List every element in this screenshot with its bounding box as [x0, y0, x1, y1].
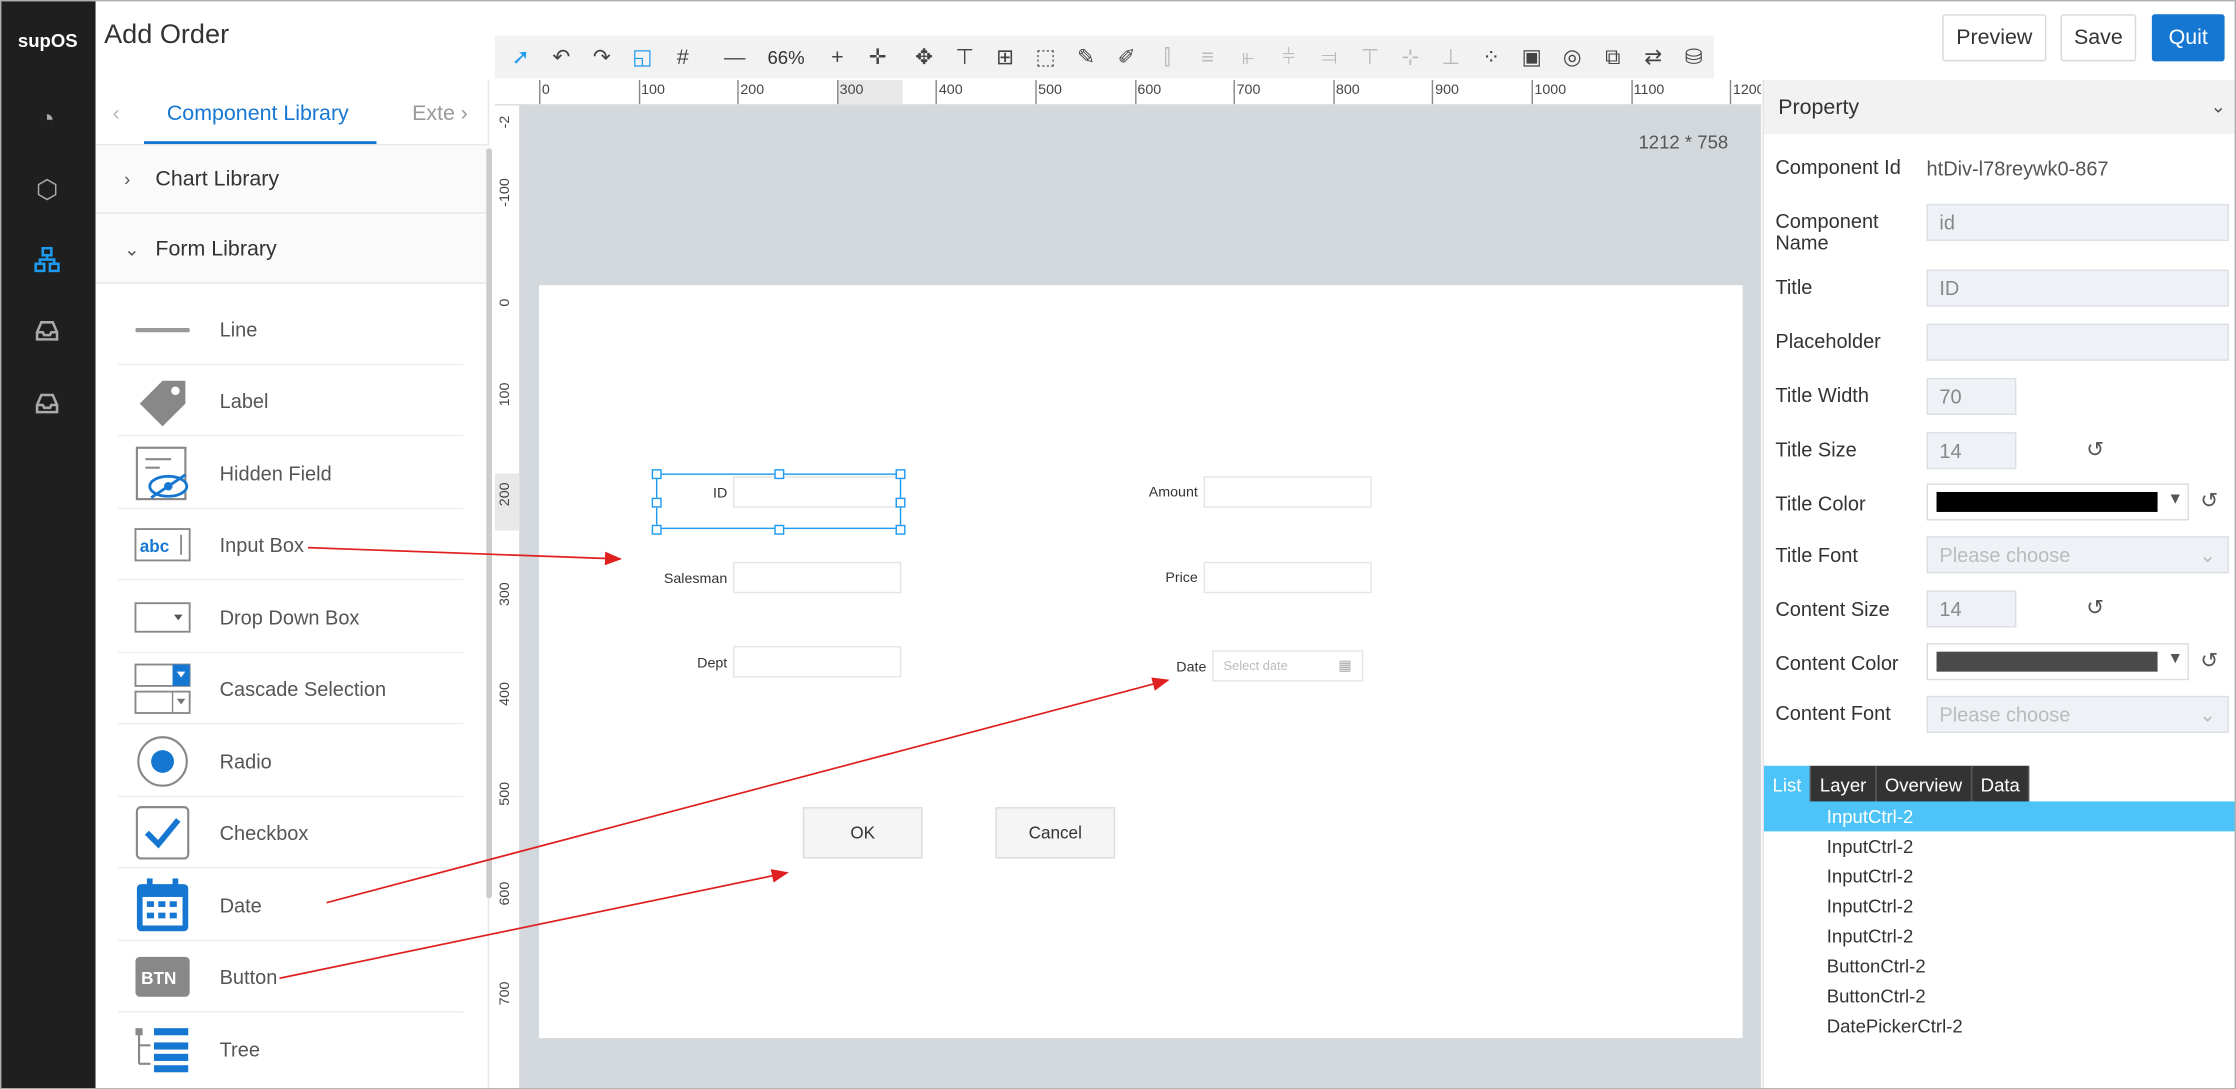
annotation-arrow-date [326, 677, 1170, 904]
annotation-arrow-input [307, 546, 623, 566]
annotation-arrows [279, 546, 1170, 980]
annotation-arrow-button [279, 869, 789, 980]
